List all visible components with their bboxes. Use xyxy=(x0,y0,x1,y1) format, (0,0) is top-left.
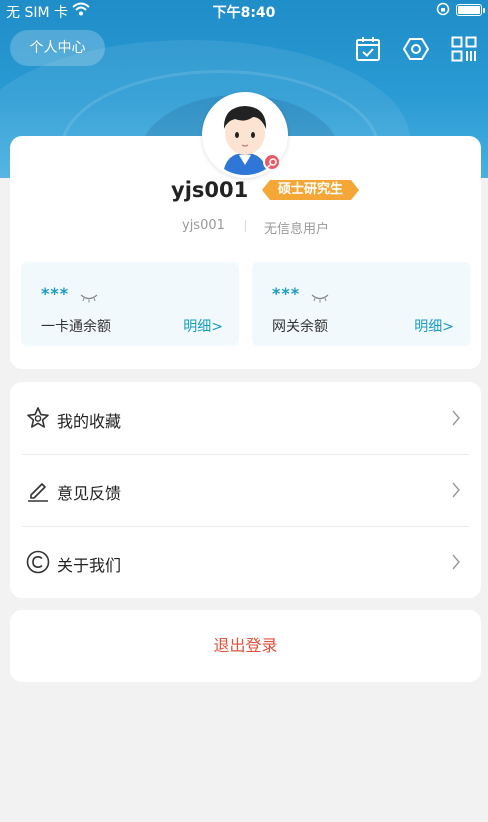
card-balance-panel: *** 一卡通余额 明细> xyxy=(21,262,239,346)
menu-item-about[interactable]: 关于我们 xyxy=(10,526,481,598)
user-type: 无信息用户 xyxy=(264,222,330,237)
balance-label: 网关余额 xyxy=(272,319,328,335)
chevron-right-icon xyxy=(451,481,461,499)
copyright-icon xyxy=(26,550,50,574)
menu-item-label: 关于我们 xyxy=(57,556,122,575)
avatar-badge-icon xyxy=(263,153,281,171)
username: yjs001 xyxy=(171,178,249,202)
masked-balance: *** xyxy=(272,284,301,303)
chevron-right-icon xyxy=(451,409,461,427)
chevron-right-icon xyxy=(451,553,461,571)
divider xyxy=(245,220,246,232)
orientation-lock-icon xyxy=(436,2,450,20)
personal-center-button[interactable]: 个人中心 xyxy=(10,30,105,66)
gateway-balance-panel: *** 网关余额 明细> xyxy=(252,262,470,346)
eye-closed-icon[interactable] xyxy=(311,288,329,307)
edit-pen-icon xyxy=(26,478,50,502)
logout-button[interactable]: 退出登录 xyxy=(10,610,481,682)
menu-card: 我的收藏 意见反馈 关于我们 xyxy=(10,382,481,598)
balance-detail-link[interactable]: 明细> xyxy=(183,316,223,336)
star-icon xyxy=(26,406,50,430)
qrcode-scan-icon[interactable] xyxy=(451,36,477,62)
eye-closed-icon[interactable] xyxy=(80,288,98,307)
battery-icon xyxy=(456,4,485,16)
menu-item-feedback[interactable]: 意见反馈 xyxy=(10,454,481,526)
balance-detail-link[interactable]: 明细> xyxy=(414,316,454,336)
role-badge: 硕士研究生 xyxy=(262,180,359,200)
user-id: yjs001 xyxy=(182,218,225,233)
status-time: 下午8:40 xyxy=(212,5,276,21)
masked-balance: *** xyxy=(41,284,70,303)
menu-item-favorites[interactable]: 我的收藏 xyxy=(10,382,481,454)
status-bar: 无 SIM 卡 下午8:40 xyxy=(0,0,488,22)
settings-hexagon-icon[interactable] xyxy=(402,36,430,62)
menu-item-label: 意见反馈 xyxy=(57,484,122,503)
menu-item-label: 我的收藏 xyxy=(57,412,122,431)
balance-label: 一卡通余额 xyxy=(41,319,111,335)
calendar-check-icon[interactable] xyxy=(355,36,381,62)
